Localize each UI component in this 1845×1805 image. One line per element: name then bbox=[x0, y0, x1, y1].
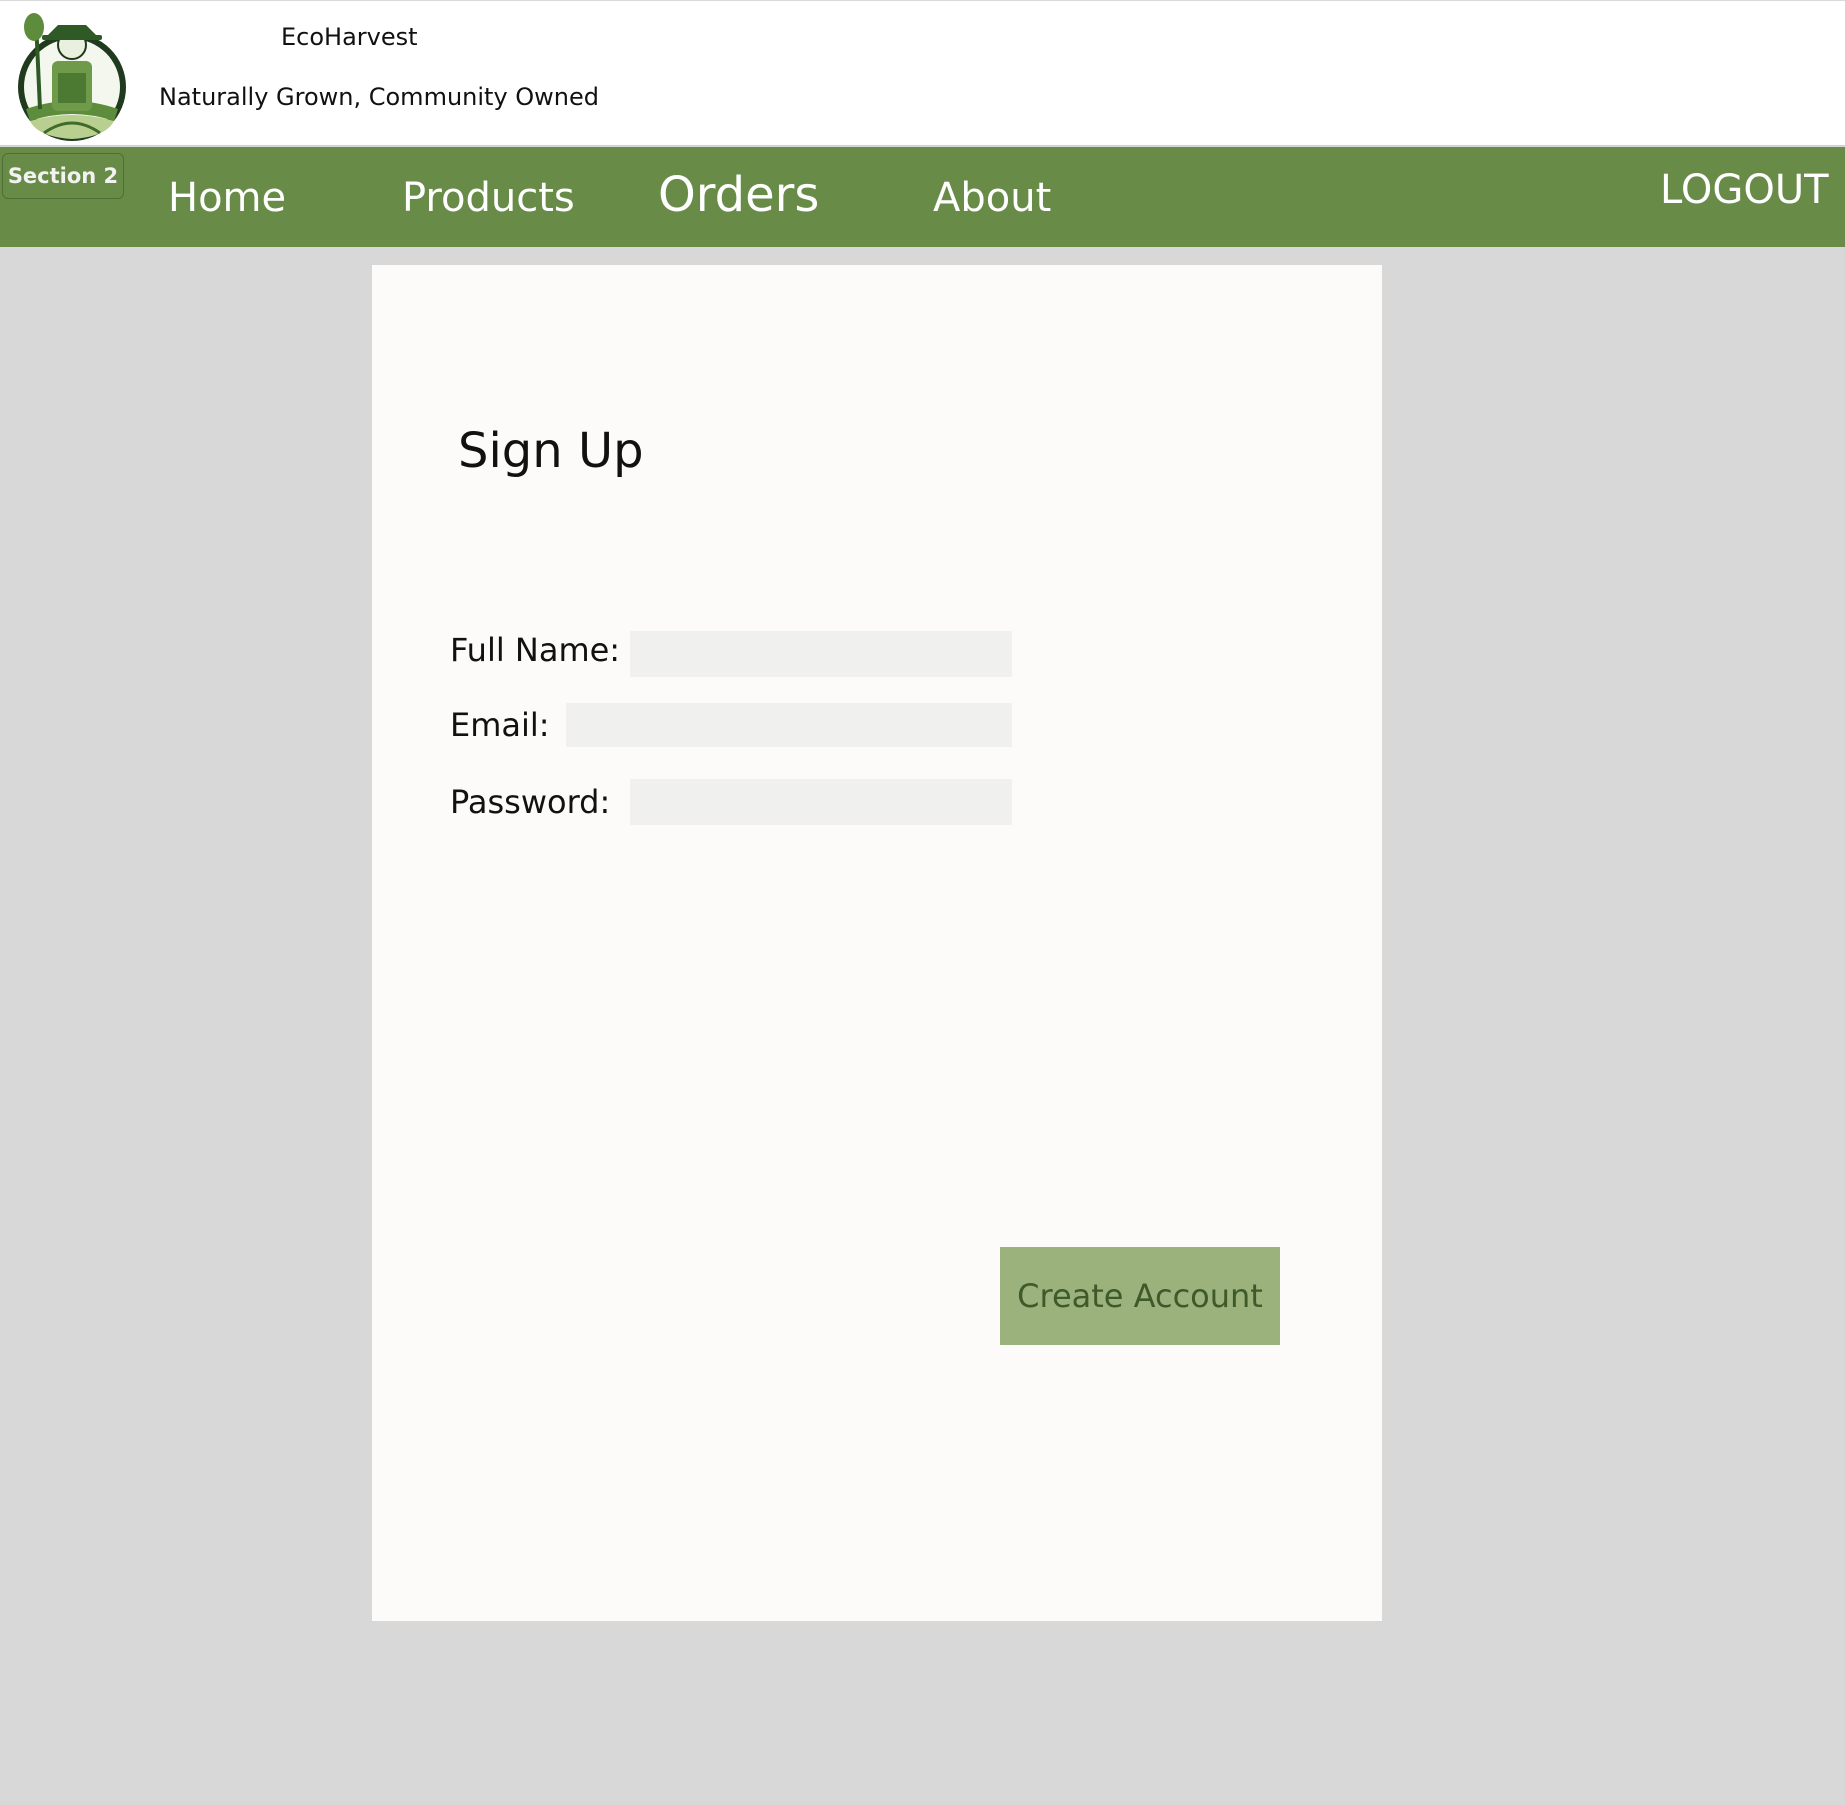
full-name-label: Full Name: bbox=[450, 631, 621, 669]
nav-about-link[interactable]: About bbox=[933, 175, 1051, 221]
nav-orders-link[interactable]: Orders bbox=[658, 167, 819, 223]
section-badge: Section 2 bbox=[2, 153, 124, 199]
email-label: Email: bbox=[450, 706, 550, 744]
full-name-input[interactable] bbox=[630, 631, 1012, 677]
logout-link[interactable]: LOGOUT bbox=[1660, 167, 1829, 213]
create-account-button[interactable]: Create Account bbox=[1000, 1247, 1280, 1345]
farmer-logo-icon[interactable] bbox=[14, 9, 130, 145]
main-navbar: Section 2 Home Products Orders About LOG… bbox=[0, 147, 1845, 247]
signup-panel: Sign Up Full Name: Email: Password: Crea… bbox=[372, 265, 1382, 1621]
nav-home-link[interactable]: Home bbox=[168, 175, 286, 221]
email-input[interactable] bbox=[566, 703, 1012, 747]
site-header: EcoHarvest Naturally Grown, Community Ow… bbox=[0, 0, 1845, 146]
nav-products-link[interactable]: Products bbox=[402, 175, 575, 221]
password-label: Password: bbox=[450, 783, 611, 821]
signup-title: Sign Up bbox=[458, 423, 644, 479]
brand-tagline: Naturally Grown, Community Owned bbox=[159, 83, 600, 111]
brand-name: EcoHarvest bbox=[281, 23, 418, 51]
password-input[interactable] bbox=[630, 779, 1012, 825]
